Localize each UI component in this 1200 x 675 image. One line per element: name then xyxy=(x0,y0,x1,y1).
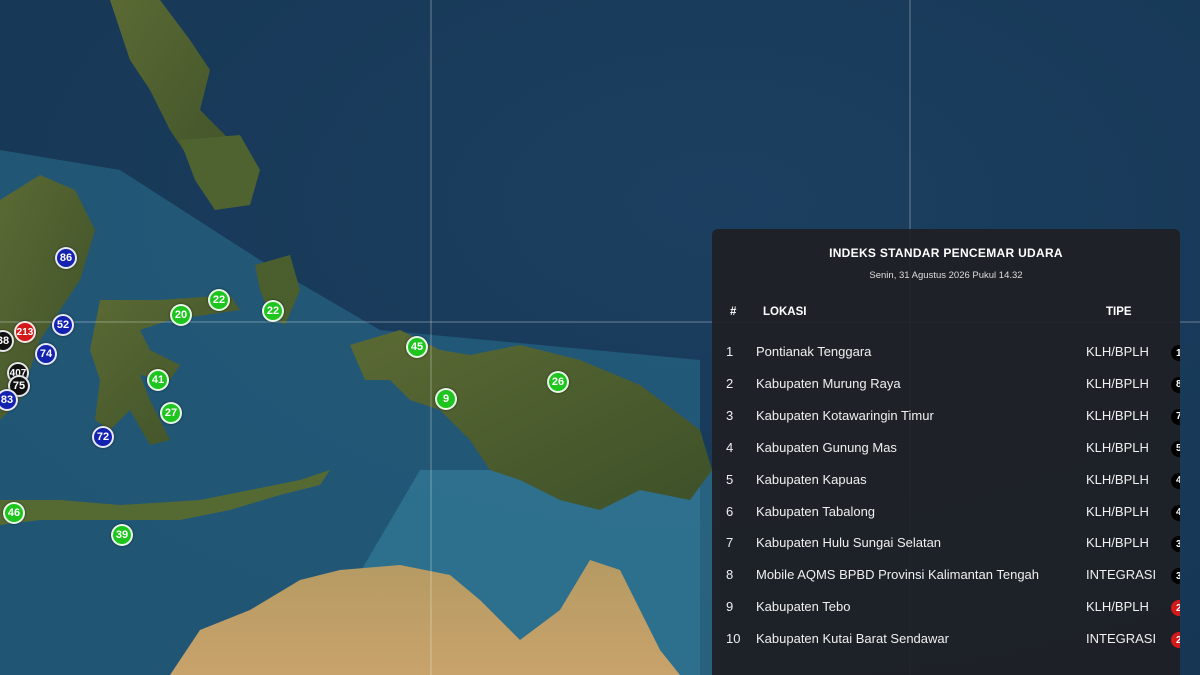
row-number: 7 xyxy=(726,535,734,551)
header-tipe[interactable]: TIPE xyxy=(1106,306,1132,318)
station-marker[interactable]: 52 xyxy=(52,314,74,336)
station-marker[interactable]: 41 xyxy=(147,369,169,391)
panel-title: INDEKS STANDAR PENCEMAR UDARA xyxy=(829,246,1063,260)
table-row[interactable]: 5 Kabupaten Kapuas KLH/BPLH 409 xyxy=(712,468,1180,492)
row-lokasi: Kabupaten Tebo xyxy=(756,599,851,615)
panel-subtitle: Senin, 31 Agustus 2026 Pukul 14.32 xyxy=(869,270,1023,281)
row-number: 8 xyxy=(726,567,734,583)
row-tipe: INTEGRASI xyxy=(1086,631,1157,647)
row-tipe: KLH/BPLH xyxy=(1086,375,1149,391)
header-num: # xyxy=(730,306,737,318)
station-marker[interactable]: 45 xyxy=(406,336,428,358)
station-marker[interactable]: 26 xyxy=(547,371,569,393)
row-lokasi: Pontianak Tenggara xyxy=(756,344,872,359)
station-marker[interactable]: 39 xyxy=(111,524,133,546)
table-row[interactable]: 3 Kabupaten Kotawaringin Timur KLH/BPLH 737 xyxy=(712,404,1180,428)
ispu-badge: 564 xyxy=(1171,440,1180,457)
row-tipe: KLH/BPLH xyxy=(1086,535,1149,551)
table-row[interactable]: 4 Kabupaten Gunung Mas KLH/BPLH 564 xyxy=(712,436,1180,460)
row-lokasi: Kabupaten Murung Raya xyxy=(756,375,901,391)
row-number: 3 xyxy=(726,407,734,423)
row-lokasi: Kabupaten Kotawaringin Timur xyxy=(756,407,934,423)
table-row[interactable]: 7 Kabupaten Hulu Sungai Selatan KLH/BPLH 37… xyxy=(712,531,1180,555)
row-tipe: KLH/BPLH xyxy=(1086,439,1149,455)
row-tipe: KLH/BPLH xyxy=(1086,471,1149,487)
row-number: 1 xyxy=(726,344,734,359)
station-marker[interactable]: 27 xyxy=(160,402,182,424)
station-marker[interactable]: 213 xyxy=(14,321,36,343)
ispu-badge: 409 xyxy=(1171,472,1180,489)
table-row[interactable]: 2 Kabupaten Murung Raya KLH/BPLH 868 xyxy=(712,372,1180,396)
row-tipe: KLH/BPLH xyxy=(1086,344,1149,359)
table-row[interactable]: 1 Pontianak Tenggara KLH/BPLH 1493 xyxy=(712,340,1180,364)
station-marker[interactable]: 46 xyxy=(3,502,25,524)
row-tipe: KLH/BPLH xyxy=(1086,407,1149,423)
ispu-badge: 737 xyxy=(1171,408,1180,425)
ispu-badge: 1493 xyxy=(1171,345,1180,361)
ispu-badge: 868 xyxy=(1171,376,1180,393)
table-row[interactable]: 9 Kabupaten Tebo KLH/BPLH 216 ( xyxy=(712,595,1180,619)
table-row[interactable]: 10 Kabupaten Kutai Barat Sendawar INTEGRAS… xyxy=(712,627,1180,651)
ispu-badge: 347 xyxy=(1171,568,1180,585)
ispu-panel: INDEKS STANDAR PENCEMAR UDARA Senin, 31 … xyxy=(712,229,1180,675)
row-tipe: INTEGRASI xyxy=(1086,567,1157,583)
row-number: 6 xyxy=(726,503,734,519)
ispu-badge: 216 ( xyxy=(1171,600,1180,617)
row-number: 2 xyxy=(726,375,734,391)
row-lokasi: Kabupaten Tabalong xyxy=(756,503,876,519)
station-marker[interactable]: 9 xyxy=(435,388,457,410)
row-lokasi: Kabupaten Kutai Barat Sendawar xyxy=(756,631,949,647)
row-lokasi: Kabupaten Gunung Mas xyxy=(756,439,897,455)
table-row[interactable]: 8 Mobile AQMS BPBD Provinsi Kalimantan Te… xyxy=(712,563,1180,587)
ispu-badge: 213 ( xyxy=(1171,632,1180,649)
station-marker[interactable]: 86 xyxy=(55,247,77,269)
row-lokasi: Kabupaten Kapuas xyxy=(756,471,867,487)
station-marker[interactable]: 74 xyxy=(35,343,57,365)
station-marker[interactable]: 22 xyxy=(262,300,284,322)
row-number: 9 xyxy=(726,599,734,615)
row-lokasi: Kabupaten Hulu Sungai Selatan xyxy=(756,535,942,551)
row-tipe: KLH/BPLH xyxy=(1086,503,1149,519)
station-marker[interactable]: 72 xyxy=(92,426,114,448)
row-lokasi: Mobile AQMS BPBD Provinsi Kalimantan Ten… xyxy=(756,567,1040,583)
header-lokasi: LOKASI xyxy=(763,306,807,318)
row-tipe: KLH/BPLH xyxy=(1086,599,1149,615)
table-row[interactable]: 6 Kabupaten Tabalong KLH/BPLH 407 xyxy=(712,500,1180,524)
ispu-badge: 375 xyxy=(1171,536,1180,553)
row-number: 5 xyxy=(726,471,734,487)
row-number: 10 xyxy=(726,631,741,647)
row-number: 4 xyxy=(726,439,734,455)
ispu-badge: 407 xyxy=(1171,504,1180,521)
station-marker[interactable]: 20 xyxy=(170,304,192,326)
station-marker[interactable]: 22 xyxy=(208,289,230,311)
